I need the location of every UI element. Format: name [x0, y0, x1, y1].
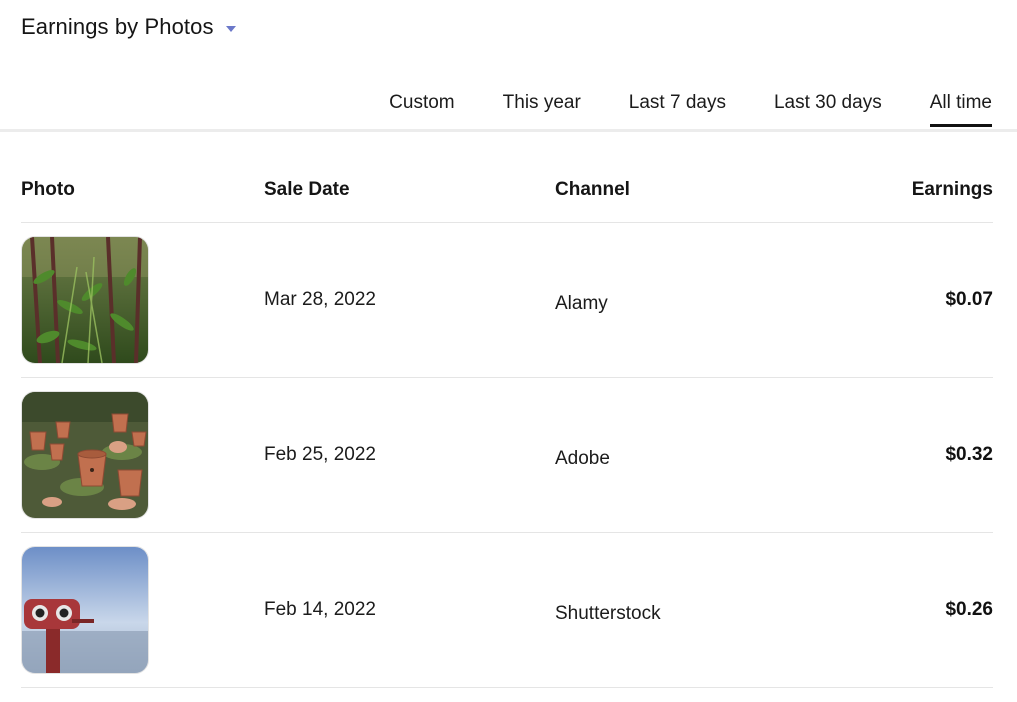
sale-date: Feb 14, 2022 [264, 599, 376, 620]
earnings-table: Photo Sale Date Channel Earnings Mar 28,… [21, 165, 993, 688]
tab-custom[interactable]: Custom [389, 92, 454, 127]
table-row[interactable]: Feb 14, 2022 Shutterstock $0.26 [21, 533, 993, 688]
sale-date: Mar 28, 2022 [264, 289, 376, 310]
photo-thumbnail[interactable] [21, 236, 149, 364]
clay-pots-photo [22, 392, 148, 518]
channel-name: Adobe [555, 448, 610, 469]
earnings-amount: $0.26 [945, 599, 993, 620]
column-header-photo: Photo [21, 179, 75, 200]
tab-last-7-days[interactable]: Last 7 days [629, 92, 726, 127]
page-title: Earnings by Photos [21, 14, 214, 39]
tab-all-time[interactable]: All time [929, 92, 993, 127]
date-range-tabs: Custom This year Last 7 days Last 30 day… [341, 92, 993, 127]
table-row[interactable]: Feb 25, 2022 Adobe $0.32 [21, 378, 993, 533]
column-header-earnings: Earnings [911, 179, 993, 200]
tab-last-30-days[interactable]: Last 30 days [774, 92, 882, 127]
earnings-amount: $0.32 [945, 444, 993, 465]
channel-name: Alamy [555, 293, 608, 314]
sale-date: Feb 25, 2022 [264, 444, 376, 465]
earnings-amount: $0.07 [945, 289, 993, 310]
bamboo-plants-photo [22, 237, 148, 363]
photo-thumbnail[interactable] [21, 391, 149, 519]
channel-name: Shutterstock [555, 603, 661, 624]
caret-down-icon[interactable] [225, 25, 236, 32]
tab-this-year[interactable]: This year [503, 92, 581, 127]
photo-thumbnail[interactable] [21, 546, 149, 674]
coin-binoculars-photo [22, 547, 148, 673]
table-row[interactable]: Mar 28, 2022 Alamy $0.07 [21, 223, 993, 378]
earnings-view-dropdown[interactable]: Earnings by Photos [21, 14, 236, 40]
column-header-channel: Channel [555, 179, 630, 200]
table-header: Photo Sale Date Channel Earnings [21, 165, 993, 223]
column-header-sale-date: Sale Date [264, 179, 350, 200]
tabs-divider [0, 129, 1017, 132]
